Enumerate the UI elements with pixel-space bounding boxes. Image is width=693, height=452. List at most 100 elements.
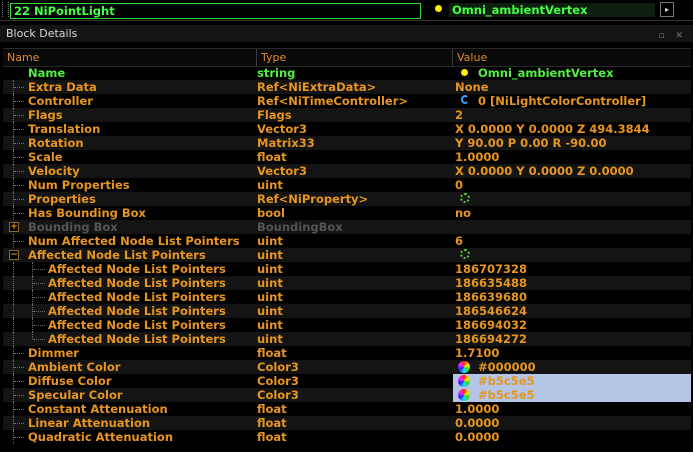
tree-row[interactable]: Ambient Color Color3 #000000: [3, 360, 691, 374]
row-name-cell: Affected Node List Pointers: [3, 276, 253, 290]
toolbar-grip[interactable]: [2, 2, 9, 17]
tree-row[interactable]: Constant Attenuation float 1.0000: [3, 402, 691, 416]
row-name-cell: − Affected Node List Pointers: [3, 248, 253, 262]
row-value-cell[interactable]: 1.0000: [453, 150, 691, 164]
row-name-label: Quadratic Attenuation: [28, 430, 174, 444]
tree-row[interactable]: Diffuse Color Color3 #b5c5e5: [3, 374, 691, 388]
row-name-cell: Flags: [3, 108, 253, 122]
row-value-text: 6: [455, 234, 464, 248]
row-type-cell: Ref<NiTimeController>: [257, 94, 409, 108]
row-value-cell[interactable]: Omni_ambientVertex: [453, 66, 691, 80]
row-value-cell[interactable]: 1.0000: [453, 402, 691, 416]
row-value-cell[interactable]: 0: [453, 178, 691, 192]
tree-row[interactable]: Properties Ref<NiProperty>: [3, 192, 691, 206]
row-name-cell: Extra Data: [3, 80, 253, 94]
row-value-cell[interactable]: Y 90.00 P 0.00 R -90.00: [453, 136, 691, 150]
row-value-cell[interactable]: [453, 192, 691, 206]
row-value-cell[interactable]: 186694032: [453, 318, 691, 332]
column-header-value[interactable]: Value: [453, 49, 691, 66]
color-wheel-icon[interactable]: [458, 389, 470, 401]
row-name-label: Has Bounding Box: [28, 206, 146, 220]
row-value-cell[interactable]: #000000: [453, 360, 691, 374]
row-type-cell: Color3: [257, 374, 299, 388]
row-name-cell: Scale: [3, 150, 253, 164]
tree-row[interactable]: Affected Node List Pointers uint 186635488: [3, 276, 691, 290]
tree-row[interactable]: Controller Ref<NiTimeController> 0 [NiLigh…: [3, 94, 691, 108]
refresh-icon[interactable]: [460, 193, 470, 203]
row-value-cell[interactable]: 2: [453, 108, 691, 122]
row-value-text: 186694032: [455, 318, 528, 332]
row-value-cell[interactable]: X 0.0000 Y 0.0000 Z 494.3844: [453, 122, 691, 136]
tree-row[interactable]: Rotation Matrix33 Y 90.00 P 0.00 R -90.00: [3, 136, 691, 150]
tree-row[interactable]: Extra Data Ref<NiExtraData> None: [3, 80, 691, 94]
node-name-field[interactable]: Omni_ambientVertex: [449, 3, 655, 17]
row-value-cell[interactable]: no: [453, 206, 691, 220]
tree-row[interactable]: + Bounding Box BoundingBox: [3, 220, 691, 234]
column-header-name[interactable]: Name: [3, 49, 257, 66]
row-value-cell[interactable]: None: [453, 80, 691, 94]
tree-row[interactable]: Flags Flags 2: [3, 108, 691, 122]
tree-row[interactable]: − Affected Node List Pointers uint: [3, 248, 691, 262]
row-value-cell[interactable]: 186639680: [453, 290, 691, 304]
tree-row[interactable]: Quadratic Attenuation float 0.0000: [3, 430, 691, 444]
row-value-text: 0.0000: [455, 416, 500, 430]
collapse-icon[interactable]: −: [9, 250, 19, 260]
row-value-cell[interactable]: 186546624: [453, 304, 691, 318]
row-value-cell[interactable]: 0.0000: [453, 416, 691, 430]
color-wheel-icon[interactable]: [458, 361, 470, 373]
row-name-label: Extra Data: [28, 80, 97, 94]
tree-connector: [14, 87, 24, 88]
tree-row[interactable]: Specular Color Color3 #b5c5e5: [3, 388, 691, 402]
tree-row[interactable]: Has Bounding Box bool no: [3, 206, 691, 220]
toolbar-arrow-icon[interactable]: ▸: [660, 2, 674, 17]
row-name-cell: Num Properties: [3, 178, 253, 192]
tree-row[interactable]: Dimmer float 1.7100: [3, 346, 691, 360]
tree-row[interactable]: Affected Node List Pointers uint 186639680: [3, 290, 691, 304]
row-value-cell[interactable]: 6: [453, 234, 691, 248]
tree-connector: [14, 199, 24, 200]
row-value-cell[interactable]: 0 [NiLightColorController]: [453, 94, 691, 108]
tree-row[interactable]: Affected Node List Pointers uint 186694032: [3, 318, 691, 332]
tree-row[interactable]: Name string Omni_ambientVertex: [3, 66, 691, 80]
tree-row[interactable]: Linear Attenuation float 0.0000: [3, 416, 691, 430]
row-value-cell[interactable]: 186635488: [453, 276, 691, 290]
row-name-cell: Controller: [3, 94, 253, 108]
node-selector[interactable]: 22 NiPointLight: [10, 3, 421, 19]
tree-row[interactable]: Affected Node List Pointers uint 186694272: [3, 332, 691, 346]
tree-connector: [33, 283, 45, 284]
row-name-cell: Ambient Color: [3, 360, 253, 374]
row-name-label: Name: [28, 66, 66, 80]
row-value-cell[interactable]: [453, 220, 691, 234]
column-header-type[interactable]: Type: [257, 49, 453, 66]
refresh-icon[interactable]: [460, 249, 470, 259]
color-wheel-icon[interactable]: [458, 375, 470, 387]
row-name-label: Num Properties: [28, 178, 130, 192]
tree-row[interactable]: Translation Vector3 X 0.0000 Y 0.0000 Z 49…: [3, 122, 691, 136]
row-name-cell: Linear Attenuation: [3, 416, 253, 430]
row-type-cell: uint: [257, 234, 283, 248]
tree-row[interactable]: Num Affected Node List Pointers uint 6: [3, 234, 691, 248]
row-value-cell[interactable]: X 0.0000 Y 0.0000 Z 0.0000: [453, 164, 691, 178]
tree-row[interactable]: Affected Node List Pointers uint 186546624: [3, 304, 691, 318]
panel-controls-icon[interactable]: ▫ ✕: [658, 28, 687, 45]
row-value-cell[interactable]: 186694272: [453, 332, 691, 346]
row-value-cell[interactable]: 186707328: [453, 262, 691, 276]
tree-row[interactable]: Num Properties uint 0: [3, 178, 691, 192]
tree-row[interactable]: Velocity Vector3 X 0.0000 Y 0.0000 Z 0.000…: [3, 164, 691, 178]
row-value-cell[interactable]: 0.0000: [453, 430, 691, 444]
row-value-cell[interactable]: #b5c5e5: [453, 388, 691, 402]
tree-row[interactable]: Affected Node List Pointers uint 186707328: [3, 262, 691, 276]
row-type-cell: float: [257, 402, 287, 416]
row-type-cell: Matrix33: [257, 136, 315, 150]
row-value-cell[interactable]: #b5c5e5: [453, 374, 691, 388]
row-type-cell: Color3: [257, 388, 299, 402]
tree-connector: [14, 213, 24, 214]
toolbar-divider: [0, 20, 693, 21]
expand-icon[interactable]: +: [9, 222, 19, 232]
tree-connector: [14, 381, 24, 382]
row-value-text: no: [455, 206, 472, 220]
tree-connector: [33, 339, 45, 340]
tree-row[interactable]: Scale float 1.0000: [3, 150, 691, 164]
row-value-cell[interactable]: 1.7100: [453, 346, 691, 360]
row-value-cell[interactable]: [453, 248, 691, 262]
